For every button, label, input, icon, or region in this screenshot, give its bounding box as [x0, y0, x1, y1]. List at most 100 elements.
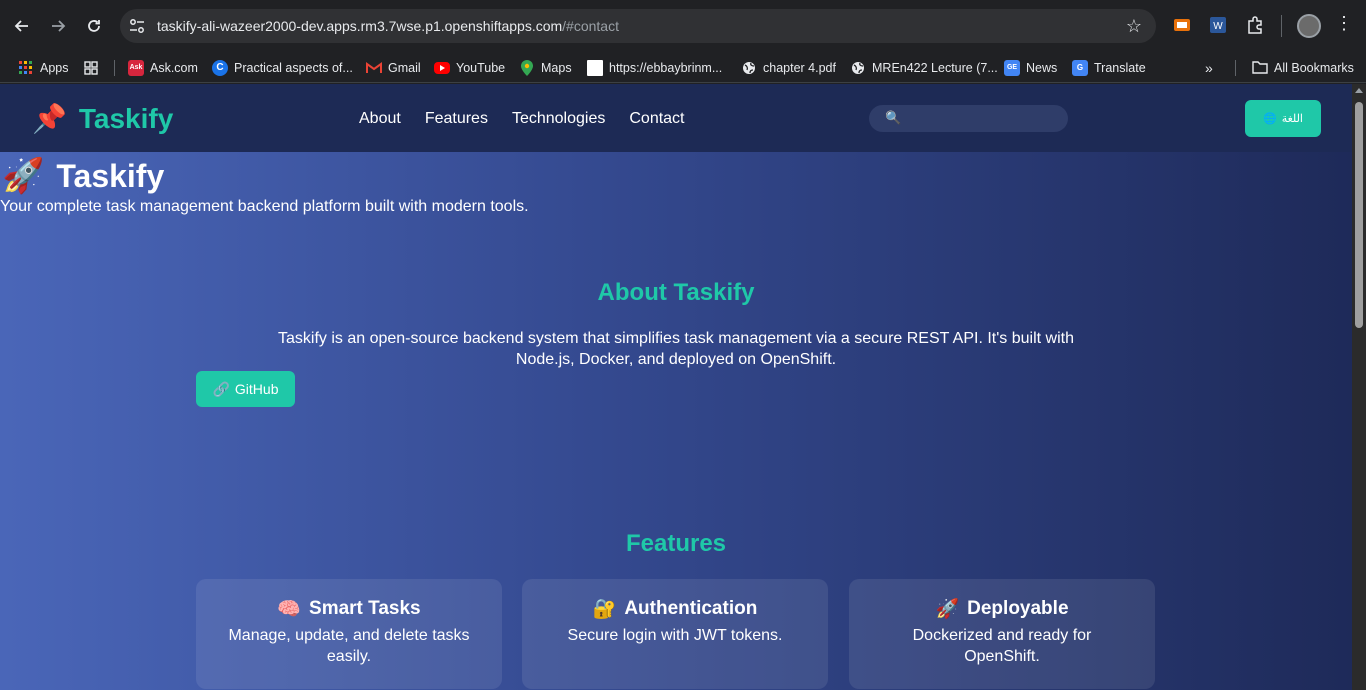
bookmark-label: Practical aspects of... — [234, 60, 353, 75]
translate-icon: G — [1072, 59, 1088, 76]
gmail-icon — [366, 60, 382, 76]
bookmark-gmail[interactable]: Gmail — [366, 52, 421, 83]
rocket-icon: 🚀 — [935, 599, 960, 620]
ask-icon: Ask — [128, 59, 144, 76]
apps-grid-icon — [18, 60, 34, 76]
page-viewport: 📌 Taskify About Features Technologies Co… — [0, 84, 1352, 690]
forward-arrow-icon[interactable] — [45, 13, 71, 39]
bookmark-label: MREn422 Lecture (7... — [872, 60, 998, 75]
blank-page-icon — [587, 59, 603, 76]
scroll-up-arrow-icon[interactable] — [1355, 88, 1363, 93]
url-fragment: /#contact — [562, 18, 619, 34]
bookmark-ask[interactable]: Ask Ask.com — [128, 52, 198, 83]
bookmark-star-icon[interactable]: ☆ — [1126, 16, 1142, 37]
site-nav: About Features Technologies Contact — [359, 110, 685, 128]
all-bookmarks-folder[interactable]: All Bookmarks — [1252, 52, 1354, 83]
search-icon: 🔍 — [885, 110, 902, 125]
address-bar[interactable]: taskify-ali-wazeer2000-dev.apps.rm3.7wse… — [120, 9, 1156, 43]
site-settings-icon[interactable] — [128, 17, 146, 35]
media-extension-icon[interactable] — [1172, 15, 1192, 35]
feature-card-title-text: Authentication — [624, 598, 758, 619]
bookmark-label: Apps — [40, 60, 69, 75]
feature-card-title: 🚀 Deployable — [849, 597, 1155, 621]
nav-link-technologies[interactable]: Technologies — [512, 110, 605, 128]
feature-card-smart-tasks: 🧠 Smart Tasks Manage, update, and delete… — [196, 579, 502, 689]
toolbar-divider — [1281, 15, 1282, 37]
brain-icon: 🧠 — [277, 599, 302, 620]
browser-toolbar: taskify-ali-wazeer2000-dev.apps.rm3.7wse… — [0, 0, 1366, 52]
about-heading: About Taskify — [597, 279, 755, 306]
feature-card-description: Manage, update, and delete tasks easily. — [228, 627, 470, 665]
hero-title-text: Taskify — [56, 157, 165, 194]
globe-icon — [741, 60, 757, 76]
c-logo-icon: C — [212, 59, 228, 76]
language-button[interactable]: 🌐 اللغة — [1245, 100, 1321, 137]
globe-icon — [850, 60, 866, 76]
profile-avatar[interactable] — [1297, 14, 1321, 38]
bookmarks-overflow-chevron-icon[interactable]: » — [1205, 52, 1213, 83]
youtube-icon — [434, 61, 450, 74]
news-icon: GE — [1004, 59, 1020, 76]
bookmark-label: Translate — [1094, 60, 1146, 75]
search-input[interactable]: 🔍 — [869, 105, 1068, 132]
feature-card-title-text: Smart Tasks — [309, 598, 421, 619]
feature-card-description: Dockerized and ready for OpenShift. — [912, 627, 1092, 665]
bookmark-label: Ask.com — [150, 60, 198, 75]
features-heading: Features — [625, 530, 727, 557]
nav-link-about[interactable]: About — [359, 110, 401, 128]
logo-text: Taskify — [78, 102, 174, 134]
github-button-label: GitHub — [234, 381, 279, 397]
feature-card-title-text: Deployable — [967, 598, 1069, 619]
feature-card-description: Secure login with JWT tokens. — [567, 627, 783, 644]
bookmarks-divider — [1235, 60, 1236, 76]
word-extension-icon[interactable]: W — [1208, 15, 1228, 35]
hero-subtitle: Your complete task management backend pl… — [0, 198, 529, 215]
feature-card-deployable: 🚀 Deployable Dockerized and ready for Op… — [849, 579, 1155, 689]
svg-text:W: W — [1213, 21, 1223, 32]
bookmark-mren422[interactable]: MREn422 Lecture (7... — [850, 52, 998, 83]
lock-icon: 🔐 — [592, 599, 617, 620]
site-logo[interactable]: 📌 Taskify — [32, 102, 173, 135]
scrollbar-thumb[interactable] — [1355, 102, 1363, 328]
site-header: 📌 Taskify About Features Technologies Co… — [0, 84, 1352, 152]
language-button-label: اللغة — [1281, 113, 1303, 125]
bookmark-chapter4[interactable]: chapter 4.pdf — [741, 52, 836, 83]
bookmark-ebbay[interactable]: https://ebbaybrinm... — [587, 52, 722, 83]
bookmark-label: https://ebbaybrinm... — [609, 60, 723, 75]
globe-icon: 🌐 — [1263, 113, 1277, 125]
extensions-puzzle-icon[interactable] — [1245, 15, 1265, 35]
about-description: Taskify is an open-source backend system… — [278, 330, 1074, 368]
bookmark-label: News — [1026, 60, 1058, 75]
folder-icon — [1252, 60, 1268, 76]
pushpin-icon: 📌 — [32, 103, 67, 134]
page-scrollbar[interactable] — [1352, 84, 1366, 690]
bookmark-translate[interactable]: G Translate — [1072, 52, 1146, 83]
bookmark-maps[interactable]: Maps — [519, 52, 572, 83]
url-text: taskify-ali-wazeer2000-dev.apps.rm3.7wse… — [157, 18, 619, 34]
feature-card-title: 🧠 Smart Tasks — [196, 597, 502, 621]
bookmark-youtube[interactable]: YouTube — [434, 52, 505, 83]
bookmark-label: Maps — [541, 60, 572, 75]
reload-icon[interactable] — [81, 13, 107, 39]
bookmark-label: YouTube — [456, 60, 506, 75]
all-bookmarks-label: All Bookmarks — [1274, 60, 1354, 75]
bookmark-apps[interactable]: Apps — [18, 52, 69, 83]
back-arrow-icon[interactable] — [9, 13, 35, 39]
link-icon: 🔗 — [212, 380, 230, 397]
feature-card-authentication: 🔐 Authentication Secure login with JWT t… — [522, 579, 828, 689]
browser-menu-icon[interactable]: ⋮ — [1335, 13, 1353, 34]
bookmarks-bar: Apps Ask Ask.com C Practical aspects of.… — [0, 52, 1366, 83]
bookmark-practical-aspects[interactable]: C Practical aspects of... — [212, 52, 353, 83]
github-button[interactable]: 🔗 GitHub — [196, 371, 295, 407]
bookmark-tab-groups[interactable] — [83, 52, 105, 83]
bookmarks-divider — [114, 60, 115, 76]
bookmark-label: Gmail — [388, 60, 421, 75]
nav-link-contact[interactable]: Contact — [629, 110, 684, 128]
maps-icon — [519, 59, 535, 76]
feature-card-title: 🔐 Authentication — [522, 597, 828, 621]
grid-icon — [83, 60, 99, 76]
nav-link-features[interactable]: Features — [425, 110, 488, 128]
bookmark-news[interactable]: GE News — [1004, 52, 1057, 83]
url-host: taskify-ali-wazeer2000-dev.apps.rm3.7wse… — [157, 18, 563, 34]
bookmark-label: chapter 4.pdf — [763, 60, 836, 75]
